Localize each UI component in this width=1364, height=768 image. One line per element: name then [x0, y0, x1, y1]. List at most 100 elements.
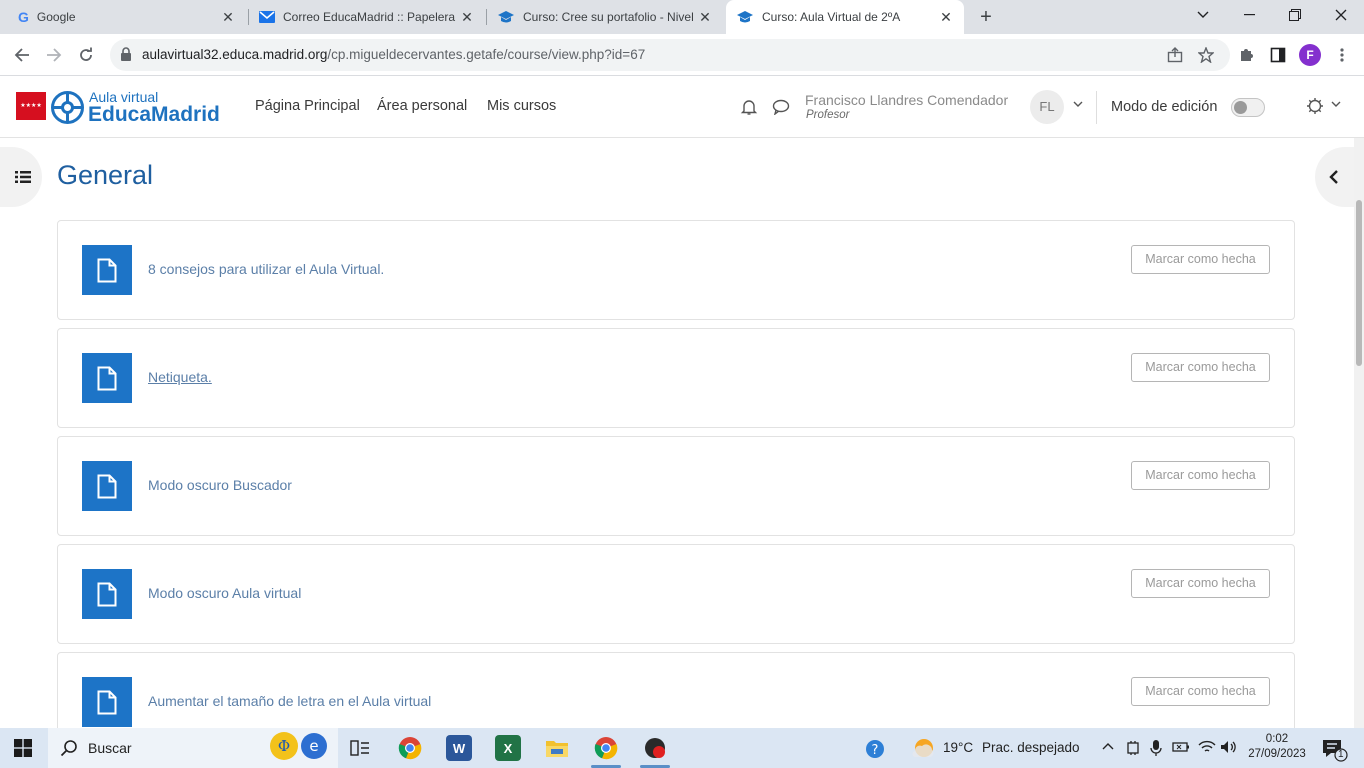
microphone-icon[interactable] — [1150, 739, 1162, 757]
activity-link[interactable]: Aumentar el tamaño de letra en el Aula v… — [148, 693, 431, 709]
graduation-cap-icon — [737, 11, 753, 23]
chevron-up-icon[interactable] — [1102, 742, 1114, 750]
nav-link-pagina-principal[interactable]: Página Principal — [255, 98, 360, 114]
tab-search-button[interactable] — [1180, 0, 1226, 30]
page-icon[interactable] — [82, 353, 132, 403]
user-name[interactable]: Francisco Llandres Comendador — [805, 92, 1008, 108]
more-options-icon[interactable] — [1333, 46, 1351, 64]
svg-text:e: e — [309, 737, 318, 755]
comunidad-madrid-flag-logo[interactable]: ★★★★ — [16, 92, 46, 120]
chrome-icon[interactable] — [397, 735, 423, 761]
logo-title[interactable]: EducaMadrid — [88, 103, 220, 127]
svg-text:Φ: Φ — [278, 737, 290, 755]
svg-text:?: ? — [872, 743, 879, 758]
chat-bubble-icon[interactable] — [772, 99, 790, 115]
nav-link-mis-cursos[interactable]: Mis cursos — [487, 98, 556, 114]
mark-as-done-button[interactable]: Marcar como hecha — [1131, 677, 1270, 706]
address-bar[interactable]: aulavirtual32.educa.madrid.org/cp.miguel… — [110, 39, 1230, 71]
mail-icon — [259, 11, 275, 23]
weather-temp[interactable]: 19°C — [943, 740, 973, 755]
minimize-button[interactable] — [1226, 0, 1272, 30]
activity-link[interactable]: Modo oscuro Buscador — [148, 477, 292, 493]
word-icon[interactable]: W — [446, 735, 472, 761]
battery-icon[interactable] — [1172, 740, 1190, 754]
page-icon[interactable] — [82, 677, 132, 727]
restore-button[interactable] — [1272, 0, 1318, 30]
back-button[interactable] — [9, 42, 35, 68]
chevron-down-icon[interactable] — [1331, 101, 1341, 108]
close-icon[interactable]: ✕ — [697, 9, 713, 25]
volume-icon[interactable] — [1220, 740, 1238, 754]
chrome-icon[interactable] — [593, 735, 619, 761]
scrollbar-thumb[interactable] — [1356, 200, 1362, 366]
file-explorer-icon[interactable] — [544, 735, 570, 761]
educamadrid-logo-icon[interactable] — [51, 91, 84, 124]
edit-mode-label: Modo de edición — [1111, 99, 1218, 115]
page-icon[interactable] — [82, 569, 132, 619]
reload-button[interactable] — [73, 42, 99, 68]
share-icon[interactable] — [1166, 46, 1184, 64]
extensions-icon[interactable] — [1237, 46, 1255, 64]
page-icon[interactable] — [82, 245, 132, 295]
bookmark-star-icon[interactable] — [1197, 46, 1215, 64]
tab-google[interactable]: G Google ✕ — [8, 0, 246, 34]
notification-count: 1 — [1338, 749, 1344, 760]
side-panel-icon[interactable] — [1269, 46, 1287, 64]
wifi-icon[interactable] — [1198, 740, 1216, 754]
arrow-left-icon — [14, 48, 29, 62]
taskbar-search[interactable]: Buscar Φe — [48, 728, 338, 768]
tab-correo[interactable]: Correo EducaMadrid :: Papelera ✕ — [249, 0, 485, 34]
lock-icon — [121, 47, 131, 61]
browser-toolbar: aulavirtual32.educa.madrid.org/cp.miguel… — [0, 34, 1364, 76]
mark-as-done-button[interactable]: Marcar como hecha — [1131, 461, 1270, 490]
tab-portafolio[interactable]: Curso: Cree su portafolio - Nivel I ✕ — [487, 0, 723, 34]
device-icon[interactable] — [1126, 740, 1140, 756]
site-navbar: ★★★★ Aula virtual EducaMadrid Página Pri… — [0, 77, 1364, 138]
weather-description[interactable]: Prac. despejado — [982, 740, 1080, 755]
arrow-right-icon — [47, 48, 62, 62]
section-title: General — [57, 160, 154, 190]
task-view-icon[interactable] — [347, 735, 373, 761]
activity-item: Modo oscuro Buscador Marcar como hecha — [57, 436, 1295, 536]
close-icon — [1335, 9, 1347, 21]
mark-as-done-button[interactable]: Marcar como hecha — [1131, 245, 1270, 274]
close-window-button[interactable] — [1318, 0, 1364, 30]
profile-avatar[interactable]: F — [1299, 44, 1321, 66]
tab-title: Correo EducaMadrid :: Papelera — [283, 10, 456, 24]
notification-center-icon[interactable] — [1322, 738, 1348, 762]
close-icon[interactable]: ✕ — [220, 9, 236, 25]
activity-link[interactable]: 8 consejos para utilizar el Aula Virtual… — [148, 261, 384, 277]
weather-icon[interactable] — [910, 736, 936, 760]
chevron-down-icon[interactable] — [1073, 101, 1083, 108]
mark-as-done-button[interactable]: Marcar como hecha — [1131, 353, 1270, 382]
search-highlight-icon[interactable]: Φe — [264, 730, 330, 766]
close-icon[interactable]: ✕ — [459, 9, 475, 25]
minimize-icon — [1243, 14, 1255, 16]
page-icon[interactable] — [82, 461, 132, 511]
google-icon: G — [18, 9, 29, 25]
nav-link-area-personal[interactable]: Área personal — [377, 98, 467, 114]
activity-link[interactable]: Netiqueta. — [148, 369, 212, 385]
system-clock[interactable]: 0:02 27/09/2023 — [1247, 732, 1307, 762]
edit-mode-toggle[interactable] — [1231, 98, 1265, 117]
list-icon — [15, 171, 31, 183]
help-icon[interactable]: ? — [864, 738, 886, 760]
reload-icon — [80, 47, 92, 61]
tab-aula-virtual[interactable]: Curso: Aula Virtual de 2ºA ✕ — [726, 0, 964, 34]
new-tab-button[interactable]: + — [975, 6, 997, 28]
page-scrollbar[interactable] — [1354, 138, 1364, 728]
mark-as-done-button[interactable]: Marcar como hecha — [1131, 569, 1270, 598]
excel-icon[interactable]: X — [495, 735, 521, 761]
user-avatar[interactable]: FL — [1030, 90, 1064, 124]
forward-button[interactable] — [41, 42, 67, 68]
windows-start-icon[interactable] — [14, 739, 32, 757]
activity-link[interactable]: Modo oscuro Aula virtual — [148, 585, 301, 601]
close-icon[interactable]: ✕ — [938, 9, 954, 25]
toggle-knob — [1234, 101, 1247, 114]
user-role: Profesor — [806, 109, 850, 121]
course-index-drawer-toggle[interactable] — [0, 147, 42, 207]
bell-icon[interactable] — [740, 98, 758, 116]
screen-recorder-icon[interactable] — [642, 735, 668, 761]
navbar-divider — [1096, 91, 1097, 124]
gear-icon[interactable] — [1306, 97, 1324, 115]
